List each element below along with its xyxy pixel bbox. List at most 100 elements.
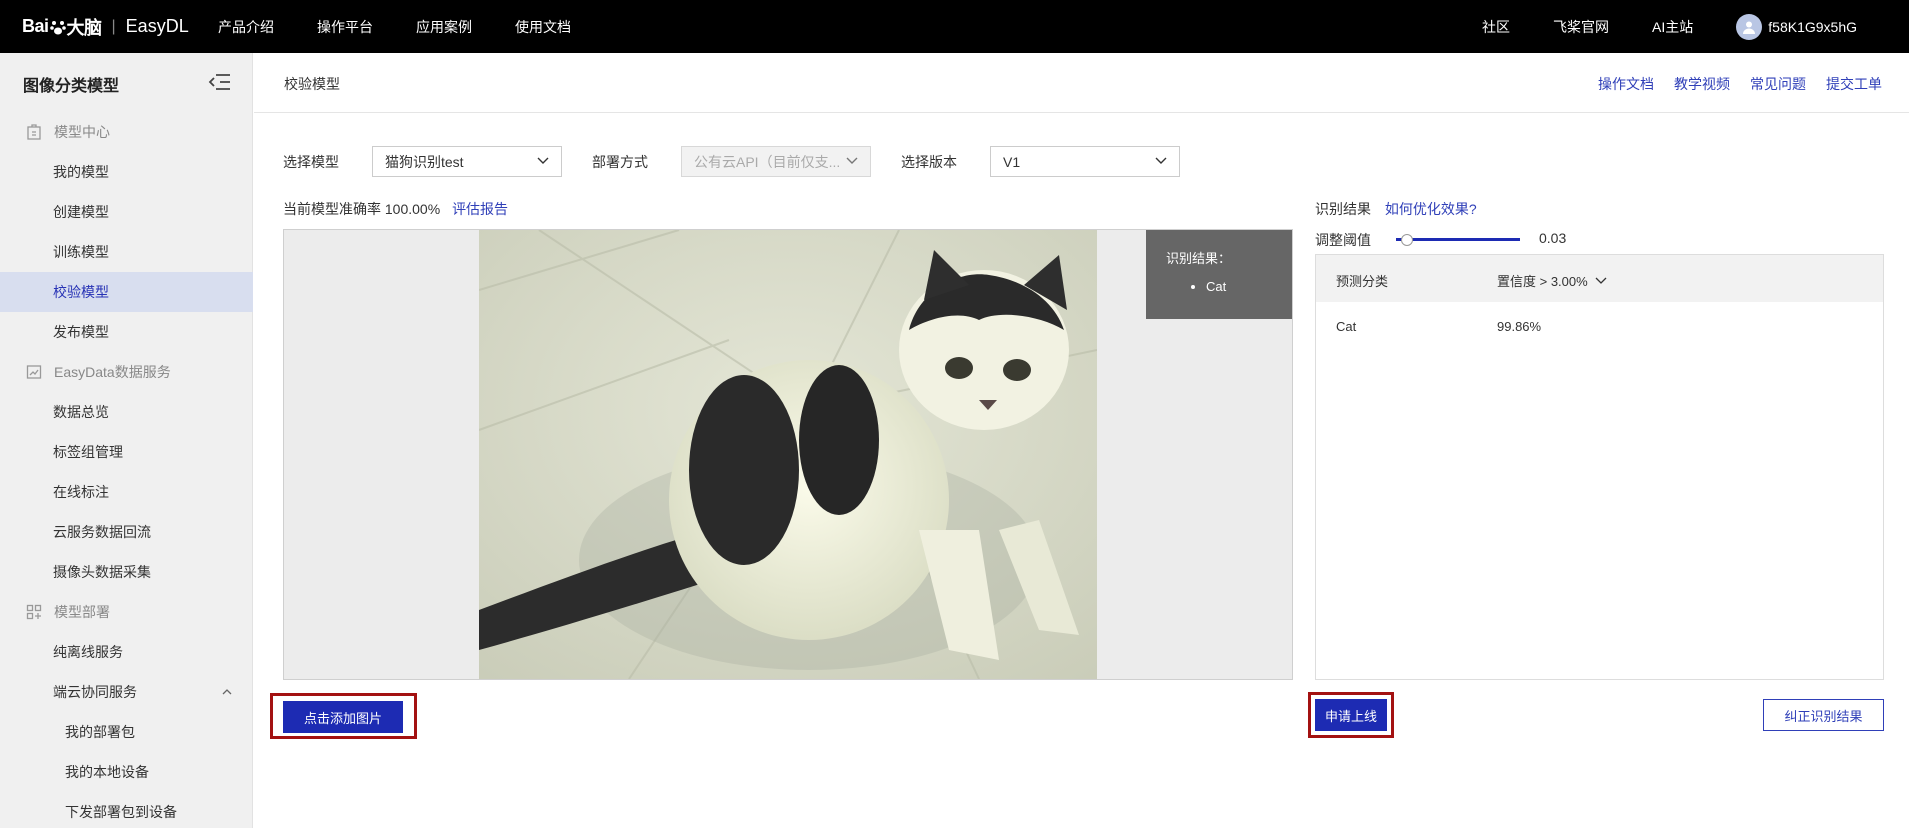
sidebar-group-easydata: EasyData数据服务: [0, 352, 253, 392]
version-select[interactable]: V1: [990, 146, 1180, 177]
link-docs[interactable]: 操作文档: [1598, 74, 1654, 94]
threshold-slider[interactable]: [1396, 234, 1520, 246]
logo-divider: |: [111, 17, 116, 35]
sidebar-group-model-center: 模型中心: [0, 112, 253, 152]
building-icon: [27, 124, 41, 140]
overlay-item: Cat: [1206, 279, 1292, 294]
top-link-ai[interactable]: AI主站: [1652, 17, 1693, 37]
sidebar-item-label: 我的部署包: [65, 724, 135, 740]
chevron-up-icon: [222, 689, 232, 695]
sidebar-item-my-local-devices[interactable]: 我的本地设备: [0, 752, 253, 792]
sidebar-item-label: 我的模型: [53, 164, 109, 180]
sidebar-item-label: 摄像头数据采集: [53, 564, 151, 580]
sidebar-item-camera-collection[interactable]: 摄像头数据采集: [0, 552, 253, 592]
top-menu-item[interactable]: 使用文档: [515, 17, 571, 37]
evaluation-report-link[interactable]: 评估报告: [452, 201, 508, 217]
page-title: 校验模型: [284, 76, 340, 92]
add-image-button[interactable]: 点击添加图片: [283, 701, 403, 733]
apply-online-button[interactable]: 申请上线: [1315, 699, 1387, 731]
sidebar-item-edge-cloud-service[interactable]: 端云协同服务: [0, 672, 253, 712]
table-row: Cat 99.86%: [1316, 302, 1883, 349]
top-menu-item[interactable]: 产品介绍: [218, 17, 274, 37]
sidebar-item-label: 校验模型: [53, 284, 109, 300]
accuracy-line: 当前模型准确率 100.00% 评估报告: [283, 199, 508, 219]
sidebar-item-label: 标签组管理: [53, 444, 123, 460]
sidebar-item-offline-service[interactable]: 纯离线服务: [0, 632, 253, 672]
cat-photo: [479, 230, 1097, 679]
sidebar-item-label: 纯离线服务: [53, 644, 123, 660]
deploy-icon: [26, 604, 42, 620]
slider-track: [1396, 238, 1520, 241]
sidebar-item-create-model[interactable]: 创建模型: [0, 192, 253, 232]
sidebar-item-label: 下发部署包到设备: [65, 804, 177, 820]
user-icon: [1743, 21, 1756, 34]
link-faq[interactable]: 常见问题: [1750, 74, 1806, 94]
sidebar: 图像分类模型 模型中心 我的模型 创建模型 训练模型 校验模型 发布模型 Eas…: [0, 53, 253, 828]
accuracy-value: 100.00%: [384, 201, 441, 217]
page-help-links: 操作文档 教学视频 常见问题 提交工单: [1578, 74, 1882, 94]
result-title-line: 识别结果 如何优化效果?: [1315, 199, 1477, 219]
deploy-select-label: 部署方式: [592, 154, 648, 170]
chart-icon: [26, 365, 42, 379]
result-overlay: 识别结果： Cat: [1146, 230, 1292, 319]
version-select-value: V1: [1003, 153, 1021, 170]
chevron-down-icon: [846, 157, 858, 164]
row-confidence: 99.86%: [1497, 319, 1542, 334]
table-header: 预测分类 置信度 > 3.00%: [1316, 255, 1883, 302]
avatar: [1736, 13, 1763, 40]
sidebar-group-label: EasyData数据服务: [54, 364, 171, 380]
accuracy-label: 当前模型准确率: [283, 201, 381, 217]
collapse-sidebar-icon[interactable]: [208, 73, 232, 91]
result-table: 预测分类 置信度 > 3.00% Cat 99.86%: [1315, 254, 1884, 680]
overlay-list: Cat: [1166, 279, 1292, 294]
top-menu-item[interactable]: 应用案例: [416, 17, 472, 37]
threshold-value: 0.03: [1539, 230, 1567, 246]
sidebar-group-label: 模型中心: [54, 124, 110, 140]
optimize-link[interactable]: 如何优化效果?: [1385, 201, 1477, 217]
sidebar-item-publish-model[interactable]: 发布模型: [0, 312, 253, 352]
model-select-value: 猫狗识别test: [385, 153, 464, 170]
page-header: 校验模型 操作文档 教学视频 常见问题 提交工单: [254, 53, 1909, 113]
sidebar-item-online-annotation[interactable]: 在线标注: [0, 472, 253, 512]
sidebar-item-train-model[interactable]: 训练模型: [0, 232, 253, 272]
sidebar-item-label: 发布模型: [53, 324, 109, 340]
logo[interactable]: Bai 大脑 | EasyDL: [22, 14, 202, 40]
top-menu: 产品介绍 操作平台 应用案例 使用文档: [218, 17, 614, 37]
overlay-title: 识别结果：: [1166, 251, 1232, 266]
user-menu[interactable]: f58K1G9x5hG: [1736, 13, 1857, 40]
row-class: Cat: [1336, 319, 1357, 334]
deploy-select: 公有云API（目前仅支...: [681, 146, 871, 177]
column-confidence-label: 置信度 > 3.00%: [1497, 274, 1588, 289]
top-menu-item[interactable]: 操作平台: [317, 17, 373, 37]
sidebar-item-label: 在线标注: [53, 484, 109, 500]
top-link-community[interactable]: 社区: [1482, 17, 1510, 37]
sidebar-item-push-package[interactable]: 下发部署包到设备: [0, 792, 253, 828]
slider-handle[interactable]: [1401, 234, 1414, 246]
link-ticket[interactable]: 提交工单: [1826, 74, 1882, 94]
correct-result-button[interactable]: 纠正识别结果: [1763, 699, 1884, 731]
top-nav: Bai 大脑 | EasyDL 产品介绍 操作平台 应用案例 使用文档 社区 飞…: [0, 0, 1909, 53]
sidebar-item-label: 我的本地设备: [65, 764, 149, 780]
model-select[interactable]: 猫狗识别test: [372, 146, 562, 177]
sidebar-item-label: 数据总览: [53, 404, 109, 420]
sidebar-item-cloud-data-return[interactable]: 云服务数据回流: [0, 512, 253, 552]
sidebar-item-label: 端云协同服务: [53, 684, 137, 700]
link-videos[interactable]: 教学视频: [1674, 74, 1730, 94]
top-right-links: 社区 飞桨官网 AI主站 f58K1G9x5hG: [1439, 0, 1909, 53]
sidebar-item-my-models[interactable]: 我的模型: [0, 152, 253, 192]
sidebar-item-label-groups[interactable]: 标签组管理: [0, 432, 253, 472]
sidebar-item-validate-model[interactable]: 校验模型: [0, 272, 253, 312]
top-link-paddle[interactable]: 飞桨官网: [1553, 17, 1609, 37]
logo-product: EasyDL: [125, 16, 189, 36]
username: f58K1G9x5hG: [1768, 18, 1857, 35]
sidebar-title: 图像分类模型: [23, 78, 120, 95]
sidebar-item-label: 训练模型: [53, 244, 109, 260]
column-confidence-filter[interactable]: 置信度 > 3.00%: [1497, 271, 1608, 290]
chevron-down-icon: [1595, 277, 1607, 284]
chevron-down-icon: [537, 157, 549, 164]
chevron-down-icon: [1155, 157, 1167, 164]
column-class: 预测分类: [1336, 274, 1389, 289]
version-select-label: 选择版本: [901, 154, 957, 170]
sidebar-item-my-deploy-packages[interactable]: 我的部署包: [0, 712, 253, 752]
sidebar-item-data-overview[interactable]: 数据总览: [0, 392, 253, 432]
